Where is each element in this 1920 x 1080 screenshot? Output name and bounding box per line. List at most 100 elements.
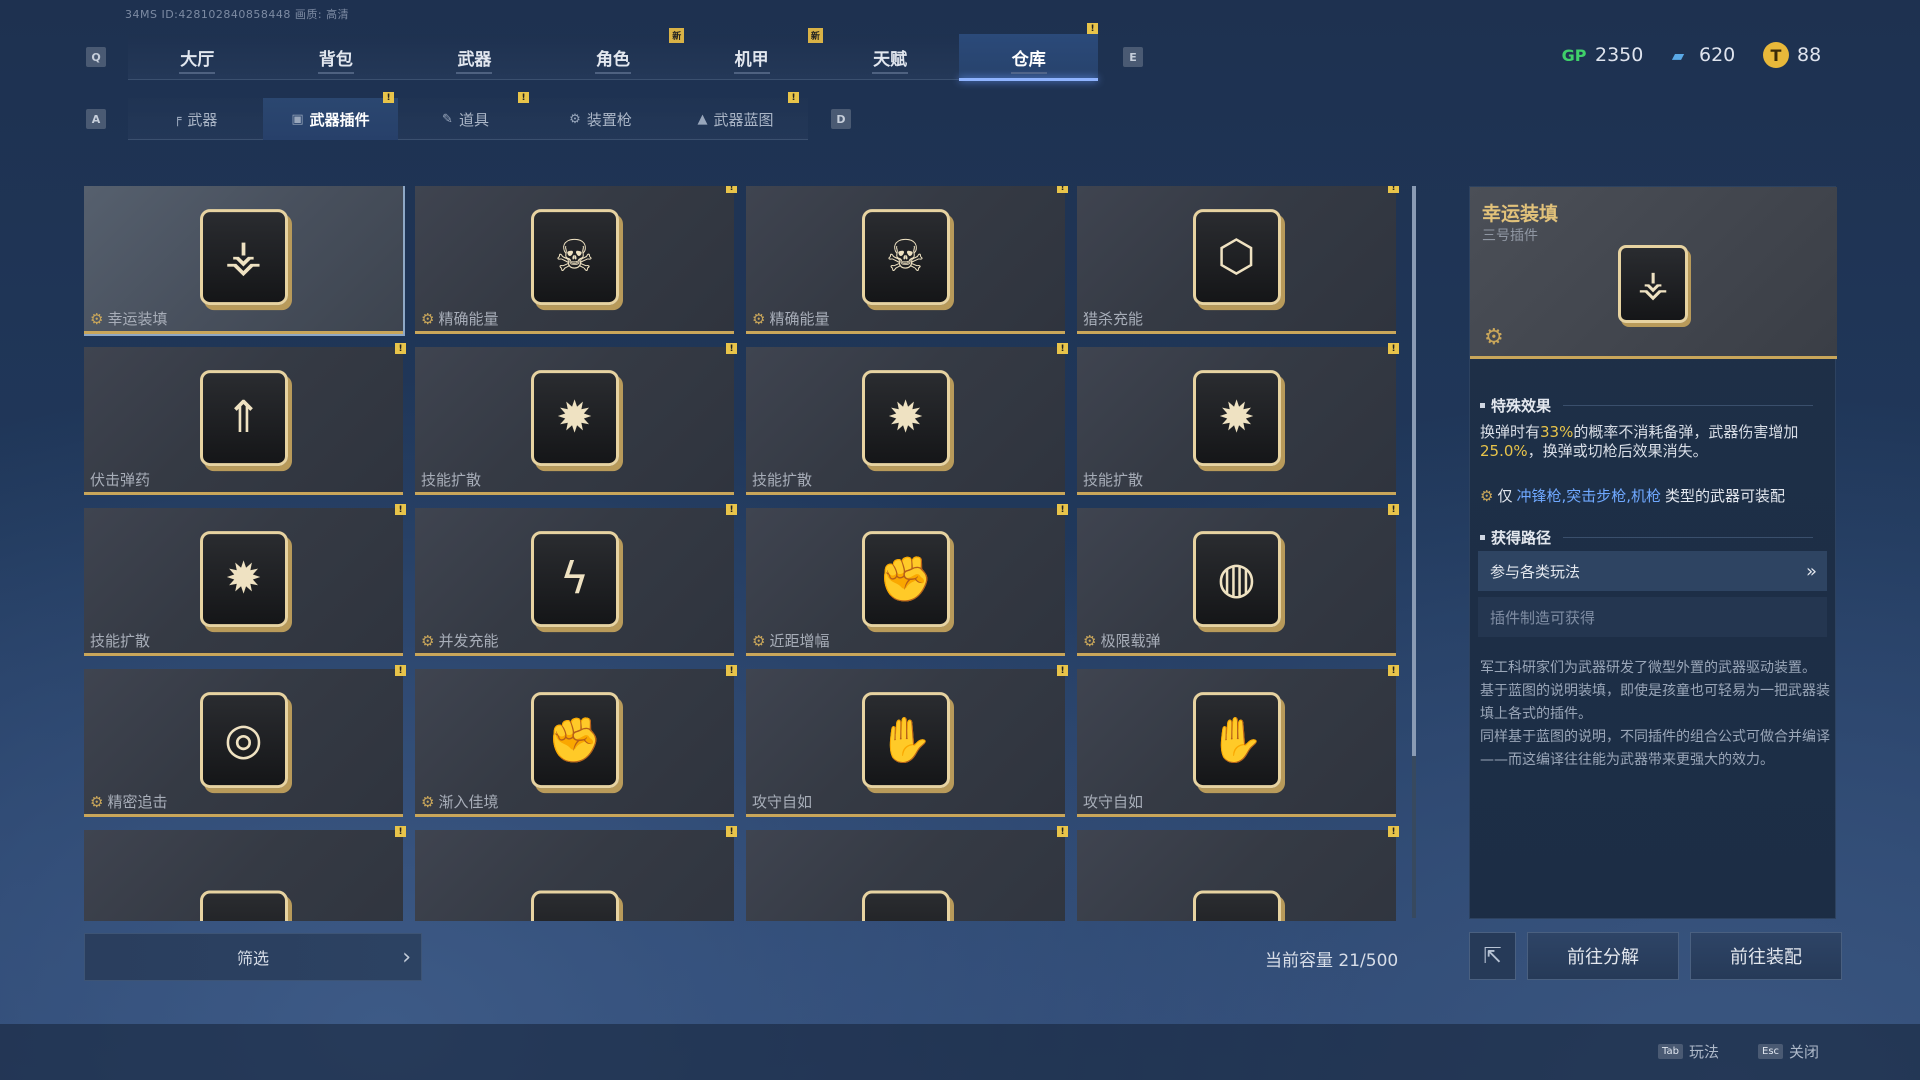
alert-badge: ! — [395, 504, 406, 515]
equip-restriction: ⚙ 仅冲锋枪,突击步枪,机枪 类型的武器可装配 — [1480, 485, 1785, 506]
plugin-card[interactable]: ⇑! 伏击弹药 — [84, 343, 406, 495]
alert-badge: ! — [1057, 826, 1068, 837]
tab-5[interactable]: 天赋 — [821, 34, 960, 80]
plugin-card[interactable]: ⚡! — [84, 826, 406, 921]
plugin-card[interactable]: ✊! ⚙ 渐入佳境 — [415, 665, 737, 817]
subtab-1[interactable]: ▣ 武器插件! — [263, 92, 398, 140]
rifle-icon: ╒ — [173, 111, 182, 127]
gear-icon: ⚙ — [421, 792, 435, 811]
plugin-card[interactable]: ✋! 攻守自如 — [1077, 665, 1399, 817]
plugin-card[interactable]: ✹! 技能扩散 — [84, 504, 406, 656]
plugin-label: 攻守自如 — [1083, 791, 1143, 812]
gear-icon: ⚙ — [752, 631, 766, 650]
item-icon: ✎ — [442, 111, 453, 127]
plugin-label: ⚙ 精确能量 — [752, 308, 829, 329]
plugin-icon: ϟ — [530, 530, 619, 627]
currency-value: 88 — [1797, 44, 1822, 66]
alert-badge: ! — [1057, 186, 1068, 193]
plugin-name: 近距增幅 — [769, 632, 830, 650]
plugin-grid: ⚶ ⚙ 幸运装填 ☠! ⚙ 精确能量 ☠! ⚙ 精确能量 ⬡! 猎杀充能 ⇑! 伏击弹药 ✹! 技能扩散 ✹!… — [84, 186, 1404, 921]
plugin-card[interactable]: ✋! 攻守自如 — [746, 665, 1068, 817]
plugin-card[interactable]: ✦! — [1077, 826, 1399, 921]
filter-button[interactable]: 筛选 › — [84, 933, 422, 981]
plugin-label: 伏击弹药 — [90, 469, 150, 490]
tab-0[interactable]: 大厅 — [128, 34, 267, 80]
subtab-0[interactable]: ╒ 武器 — [128, 98, 263, 140]
tab-label: 背包 — [318, 49, 353, 70]
gear-icon: ⚙ — [421, 309, 435, 328]
plugin-icon: ✹ — [530, 369, 619, 466]
plugin-icon: ✊ — [530, 691, 619, 788]
plugin-icon: ✹ — [861, 369, 950, 466]
alert-badge: ! — [383, 92, 394, 103]
plugin-card[interactable]: ☠! ⚙ 精确能量 — [746, 186, 1068, 334]
share-icon[interactable]: ⇱ — [1469, 932, 1516, 980]
tab-2[interactable]: 武器 — [405, 34, 544, 80]
subtab-label: 武器蓝图 — [713, 110, 774, 129]
plugin-icon: ☠ — [861, 208, 950, 305]
detail-subtitle: 三号插件 — [1482, 228, 1538, 244]
hint-tab[interactable]: Tab 玩法 — [1658, 1041, 1719, 1062]
tab-label: 天赋 — [873, 49, 908, 70]
prev-tab-key[interactable]: Q — [86, 47, 106, 67]
plugin-icon: ⚶ — [199, 208, 288, 305]
plugin-card[interactable]: ◍! ⚙ 极限载弹 — [1077, 504, 1399, 656]
prev-subtab-key[interactable]: A — [86, 109, 106, 129]
plugin-name: 攻守自如 — [752, 793, 813, 811]
bullet-wings-icon: ⚶ — [1618, 245, 1688, 323]
plugin-name: 技能扩散 — [1083, 471, 1144, 489]
alert-badge: ! — [1388, 504, 1399, 515]
blueprint-icon: ▲ — [697, 111, 708, 127]
plugin-label: 攻守自如 — [752, 791, 812, 812]
section-route: 获得路径 — [1480, 527, 1813, 548]
next-tab-key[interactable]: E — [1123, 47, 1143, 67]
equip-button[interactable]: 前往装配 — [1690, 932, 1842, 980]
plugin-card[interactable]: ▤! — [746, 826, 1068, 921]
route-play-modes[interactable]: 参与各类玩法 » — [1478, 551, 1827, 591]
plugin-name: 幸运装填 — [107, 310, 168, 328]
subtab-3[interactable]: ⚙ 装置枪 — [533, 98, 668, 140]
plugin-card[interactable]: ◎! ⚙ 精密追击 — [84, 665, 406, 817]
alert-badge: ! — [1057, 343, 1068, 354]
gear-icon: ⚙ — [1083, 631, 1097, 650]
subtab-label: 道具 — [458, 110, 489, 129]
tab-label: 大厅 — [180, 49, 215, 70]
plugin-card[interactable]: ☠! ⚙ 精确能量 — [415, 186, 737, 334]
plugin-card[interactable]: ⚡! — [415, 826, 737, 921]
plugin-name: 精密追击 — [107, 793, 168, 811]
subtab-4[interactable]: ▲ 武器蓝图! — [668, 92, 803, 140]
plugin-icon: ✹ — [199, 530, 288, 627]
plugin-card[interactable]: ✹! 技能扩散 — [746, 343, 1068, 495]
plugin-label: ⚙ 近距增幅 — [752, 630, 829, 651]
alert-badge: ! — [1388, 343, 1399, 354]
alert-badge: ! — [395, 826, 406, 837]
hint-esc[interactable]: Esc 关闭 — [1758, 1041, 1819, 1062]
plugin-card[interactable]: ✹! 技能扩散 — [1077, 343, 1399, 495]
plugin-label: ⚙ 并发充能 — [421, 630, 498, 651]
lore-line: 同样基于蓝图的说明，不同插件的组合公式可做合并编译——而这编译往往能为武器带来更… — [1480, 729, 1830, 768]
gear-icon: ⚙ — [752, 309, 766, 328]
plugin-card[interactable]: ⬡! 猎杀充能 — [1077, 186, 1399, 334]
gp-icon: GP — [1561, 45, 1587, 65]
tab-6[interactable]: 仓库! — [959, 23, 1099, 81]
next-subtab-key[interactable]: D — [831, 109, 851, 129]
alert-badge: ! — [395, 665, 406, 676]
plugin-icon: ▤ — [861, 890, 950, 921]
tab-4[interactable]: 机甲新 — [682, 28, 823, 80]
plugin-name: 渐入佳境 — [438, 793, 499, 811]
subtab-2[interactable]: ✎ 道具! — [398, 92, 533, 140]
tab-1[interactable]: 背包 — [267, 34, 406, 80]
plugin-name: 并发充能 — [438, 632, 499, 650]
plugin-label: 技能扩散 — [421, 469, 481, 490]
plugin-card[interactable]: ϟ! ⚙ 并发充能 — [415, 504, 737, 656]
grid-scroll-thumb[interactable] — [1412, 186, 1416, 756]
plugin-icon: ⇑ — [199, 369, 288, 466]
plugin-card[interactable]: ✊! ⚙ 近距增幅 — [746, 504, 1068, 656]
subtab-label: 武器 — [187, 110, 218, 129]
tab-3[interactable]: 角色新 — [544, 28, 685, 80]
disassemble-button[interactable]: 前往分解 — [1527, 932, 1679, 980]
plugin-card[interactable]: ✹! 技能扩散 — [415, 343, 737, 495]
plugin-icon: ✋ — [861, 691, 950, 788]
plugin-name: 攻守自如 — [1083, 793, 1144, 811]
plugin-card[interactable]: ⚶ ⚙ 幸运装填 — [84, 186, 405, 336]
